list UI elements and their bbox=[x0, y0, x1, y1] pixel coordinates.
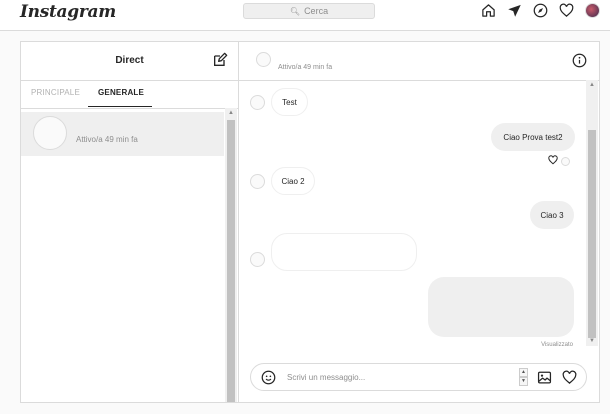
info-icon[interactable] bbox=[572, 53, 587, 73]
instagram-logo[interactable]: Instagram bbox=[20, 2, 116, 22]
compose-icon[interactable] bbox=[212, 52, 228, 73]
message-bubble-out[interactable]: Ciao 3 bbox=[530, 201, 574, 229]
tab-principale[interactable]: PRINCIPALE bbox=[31, 88, 80, 97]
spinner-down-icon[interactable]: ▼ bbox=[519, 377, 528, 386]
message-bubble-in[interactable]: Ciao 2 bbox=[271, 167, 315, 195]
sender-avatar bbox=[250, 252, 265, 267]
message-composer: ▲ ▼ bbox=[250, 363, 587, 391]
message-reaction[interactable] bbox=[548, 152, 570, 170]
message-bubble-in[interactable] bbox=[271, 233, 417, 271]
conversation-item[interactable]: Attivo/a 49 min fa bbox=[21, 112, 224, 156]
chat-header: Attivo/a 49 min fa bbox=[238, 42, 599, 81]
scroll-up-arrow-icon[interactable]: ▲ bbox=[589, 82, 595, 88]
search-icon: 🔍︎ bbox=[289, 6, 301, 16]
scroll-down-arrow-icon[interactable]: ▼ bbox=[589, 338, 595, 344]
emoji-icon[interactable] bbox=[261, 370, 276, 390]
direct-messages-panel: Direct PRINCIPALE GENERALE Attivo/a 49 m… bbox=[20, 41, 600, 403]
home-icon[interactable] bbox=[481, 3, 496, 18]
reaction-heart-icon bbox=[548, 152, 558, 170]
activity-heart-icon[interactable] bbox=[559, 3, 574, 18]
chat-scrollbar[interactable]: ▲ ▼ bbox=[586, 80, 598, 346]
tab-generale[interactable]: GENERALE bbox=[98, 88, 144, 97]
message-bubble-out[interactable]: Ciao Prova test2 bbox=[491, 123, 575, 151]
message-input[interactable] bbox=[287, 370, 507, 384]
profile-avatar[interactable] bbox=[585, 3, 600, 18]
scrollbar-thumb[interactable] bbox=[227, 120, 235, 402]
scrollbar-thumb[interactable] bbox=[588, 130, 596, 338]
avatar bbox=[33, 116, 67, 150]
explore-icon[interactable] bbox=[533, 3, 548, 18]
active-tab-indicator bbox=[88, 106, 152, 107]
sender-avatar bbox=[250, 174, 265, 189]
inbox-scrollbar[interactable]: ▲ bbox=[225, 108, 237, 402]
reactor-avatar bbox=[561, 156, 570, 166]
message-bubble-in[interactable]: Test bbox=[271, 88, 308, 116]
sender-avatar bbox=[250, 95, 265, 110]
like-heart-icon[interactable] bbox=[562, 370, 577, 390]
inbox-tabs: PRINCIPALE GENERALE bbox=[21, 80, 238, 109]
inbox-title: Direct bbox=[115, 55, 144, 66]
input-spinner[interactable]: ▲ ▼ bbox=[519, 368, 528, 387]
search-box[interactable]: 🔍︎ Cerca bbox=[243, 3, 375, 19]
seen-label: Visualizzato bbox=[541, 342, 573, 348]
chat-status: Attivo/a 49 min fa bbox=[278, 64, 333, 71]
message-bubble-out[interactable] bbox=[428, 277, 574, 337]
top-navigation-bar: Instagram 🔍︎ Cerca bbox=[0, 0, 610, 31]
direct-icon[interactable] bbox=[507, 3, 522, 18]
inbox-column: Direct PRINCIPALE GENERALE Attivo/a 49 m… bbox=[21, 42, 239, 402]
search-placeholder: Cerca bbox=[304, 6, 329, 16]
spinner-up-icon[interactable]: ▲ bbox=[519, 368, 528, 377]
scroll-up-arrow-icon[interactable]: ▲ bbox=[228, 110, 234, 116]
chat-avatar[interactable] bbox=[256, 52, 271, 67]
nav-icons bbox=[481, 3, 600, 18]
chat-column: Attivo/a 49 min fa Test Ciao Prova test2… bbox=[238, 42, 599, 402]
inbox-header: Direct bbox=[21, 42, 238, 81]
image-upload-icon[interactable] bbox=[537, 370, 552, 390]
conversation-status: Attivo/a 49 min fa bbox=[76, 135, 138, 144]
